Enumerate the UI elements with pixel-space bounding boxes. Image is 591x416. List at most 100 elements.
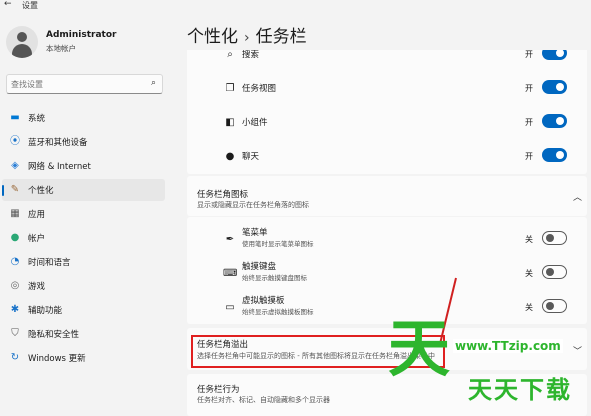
- title-bar: ← 设置: [0, 0, 591, 14]
- search-icon: ⌕: [227, 50, 233, 60]
- sidebar-item-8[interactable]: ✱ 辅助功能: [2, 299, 165, 321]
- chat-icon: ●: [225, 151, 235, 162]
- toggle-state-label: 关: [525, 303, 533, 312]
- sidebar-item-label: 辅助功能: [28, 306, 63, 316]
- bluetooth-devices-icon: ⦿: [10, 136, 20, 147]
- corner-icons-title: 任务栏角图标: [197, 190, 249, 200]
- active-indicator: [2, 185, 4, 196]
- watermark-logo: 天: [388, 312, 451, 385]
- keyboard-icon: ⌨: [223, 268, 238, 279]
- corner-icons-header[interactable]: 任务栏角图标 显示或隐藏显示在任务栏角落的图标 ︿: [187, 176, 587, 216]
- taskbar-item-label: 小组件: [242, 118, 268, 128]
- sidebar-item-4[interactable]: ▦ 应用: [2, 203, 165, 225]
- sidebar: Administrator 本地帐户 ⌕ ▬ 系统 ⦿ 蓝牙和其他设备 ◈ 网络 & In…: [0, 14, 176, 416]
- person-icon: ●: [10, 232, 20, 243]
- toggle-switch[interactable]: [542, 80, 567, 94]
- taskbar-item-label: 任务视图: [242, 84, 277, 94]
- pen-menu-icon: ✒: [225, 234, 235, 245]
- taskbar-item-label: 搜索: [242, 50, 260, 60]
- sidebar-item-label: 个性化: [28, 186, 54, 196]
- sidebar-item-7[interactable]: ◎ 游戏: [2, 275, 165, 297]
- breadcrumb-separator: ›: [244, 30, 250, 46]
- toggle-switch[interactable]: [542, 299, 567, 313]
- corner-icon-description: 始终显示触摸键盘图标: [242, 274, 307, 282]
- corner-icon-row: ▭ 虚拟触摸板始终显示虚拟触摸板图标 关: [187, 291, 587, 325]
- shield-icon: ⛉: [11, 328, 19, 339]
- task-view-icon: ❐: [225, 83, 235, 94]
- toggle-state-label: 开: [525, 84, 533, 93]
- taskbar-behaviors-title: 任务栏行为: [197, 385, 240, 395]
- user-name: Administrator: [46, 30, 117, 40]
- toggle-switch[interactable]: [542, 265, 567, 279]
- sidebar-item-3[interactable]: ✎ 个性化: [2, 179, 165, 201]
- sidebar-item-label: 应用: [28, 210, 46, 220]
- sidebar-item-6[interactable]: ◔ 时间和语言: [2, 251, 165, 273]
- breadcrumb-parent[interactable]: 个性化: [187, 27, 238, 47]
- back-icon[interactable]: ←: [4, 0, 12, 9]
- chevron-down-icon[interactable]: ﹀: [573, 344, 582, 357]
- sidebar-item-label: 游戏: [28, 282, 46, 292]
- page-title: 任务栏: [255, 27, 307, 47]
- sidebar-item-9[interactable]: ⛉ 隐私和安全性: [2, 323, 165, 345]
- sidebar-item-label: 网络 & Internet: [28, 162, 91, 172]
- corner-icons-panel: ✒ 笔菜单 使用笔时显示笔菜单图标关 ⌨ 触摸键盘 始终显示触摸键盘图标关 ▭ 虚拟触摸板 始终…: [187, 217, 587, 324]
- toggle-switch[interactable]: [542, 148, 567, 162]
- watermark-name: 天天下载: [468, 376, 572, 404]
- corner-icon-label: 虚拟触摸板: [242, 296, 285, 306]
- taskbar-items-panel: ⌕ 搜索开 ❐ 任务视图开 ◧ 小组件开 ● 聊天开: [187, 50, 587, 174]
- display-icon: ▬: [10, 112, 20, 123]
- update-icon: ↻: [10, 352, 20, 363]
- corner-icon-description: 始终显示虚拟触摸板图标: [242, 308, 314, 316]
- touchpad-icon: ▭: [225, 302, 235, 313]
- wifi-icon: ◈: [11, 160, 19, 171]
- taskbar-item-row: ⌕ 搜索 开: [187, 50, 587, 72]
- toggle-switch[interactable]: [542, 114, 567, 128]
- taskbar-item-row: ❐ 任务视图 开: [187, 72, 587, 106]
- corner-icon-row: ⌨ 触摸键盘始终显示触摸键盘图标 关: [187, 257, 587, 291]
- corner-icon-label: 笔菜单: [242, 228, 268, 238]
- sidebar-item-label: 时间和语言: [28, 258, 71, 268]
- corner-icon-label: 触摸键盘: [242, 262, 277, 272]
- chevron-up-icon[interactable]: ︿: [573, 190, 582, 203]
- toggle-state-label: 开: [525, 50, 533, 59]
- corner-icon-row: ✒ 笔菜单使用笔时显示笔菜单图标 关: [187, 223, 587, 257]
- nav-list: ▬ 系统 ⦿ 蓝牙和其他设备 ◈ 网络 & Internet ✎ 个性化 ▦ 应用 ● 帐户 ◔ 时间和语…: [0, 107, 176, 371]
- search-box[interactable]: ⌕: [6, 74, 163, 94]
- accessibility-icon: ✱: [10, 304, 20, 315]
- sidebar-item-2[interactable]: ◈ 网络 & Internet: [2, 155, 165, 177]
- sidebar-item-5[interactable]: ● 帐户: [2, 227, 165, 249]
- sidebar-item-label: 隐私和安全性: [28, 330, 80, 340]
- widgets-icon: ◧: [225, 117, 235, 128]
- gamepad-icon: ◎: [10, 280, 20, 291]
- search-input[interactable]: [11, 77, 141, 91]
- search-icon[interactable]: ⌕: [151, 78, 156, 88]
- taskbar-behaviors-description: 任务栏对齐、标记、自动隐藏和多个显示器: [197, 396, 330, 404]
- breadcrumb: 个性化 › 任务栏: [187, 22, 307, 47]
- taskbar-item-row: ● 聊天 开: [187, 140, 587, 174]
- toggle-state-label: 开: [525, 152, 533, 161]
- globe-clock-icon: ◔: [10, 256, 20, 267]
- sidebar-item-label: 帐户: [28, 234, 46, 244]
- toggle-switch[interactable]: [542, 50, 567, 60]
- toggle-state-label: 关: [525, 235, 533, 244]
- window-title: 设置: [22, 1, 38, 10]
- sidebar-item-label: Windows 更新: [28, 354, 86, 364]
- sidebar-item-0[interactable]: ▬ 系统: [2, 107, 165, 129]
- toggle-state-label: 关: [525, 269, 533, 278]
- toggle-state-label: 开: [525, 118, 533, 127]
- sidebar-item-1[interactable]: ⦿ 蓝牙和其他设备: [2, 131, 165, 153]
- pen-icon: ✎: [10, 184, 20, 195]
- corner-icons-description: 显示或隐藏显示在任务栏角落的图标: [197, 201, 309, 209]
- sidebar-item-10[interactable]: ↻ Windows 更新: [2, 347, 165, 369]
- taskbar-item-row: ◧ 小组件 开: [187, 106, 587, 140]
- toggle-switch[interactable]: [542, 231, 567, 245]
- user-profile[interactable]: Administrator 本地帐户: [6, 26, 171, 62]
- user-account-type: 本地帐户: [46, 44, 76, 53]
- watermark-url: www.TTzip.com: [453, 339, 563, 353]
- sidebar-item-label: 蓝牙和其他设备: [28, 138, 88, 148]
- apps-icon: ▦: [10, 208, 20, 219]
- avatar: [6, 26, 38, 58]
- taskbar-item-label: 聊天: [242, 152, 260, 162]
- corner-icon-description: 使用笔时显示笔菜单图标: [242, 240, 314, 248]
- sidebar-item-label: 系统: [28, 114, 46, 124]
